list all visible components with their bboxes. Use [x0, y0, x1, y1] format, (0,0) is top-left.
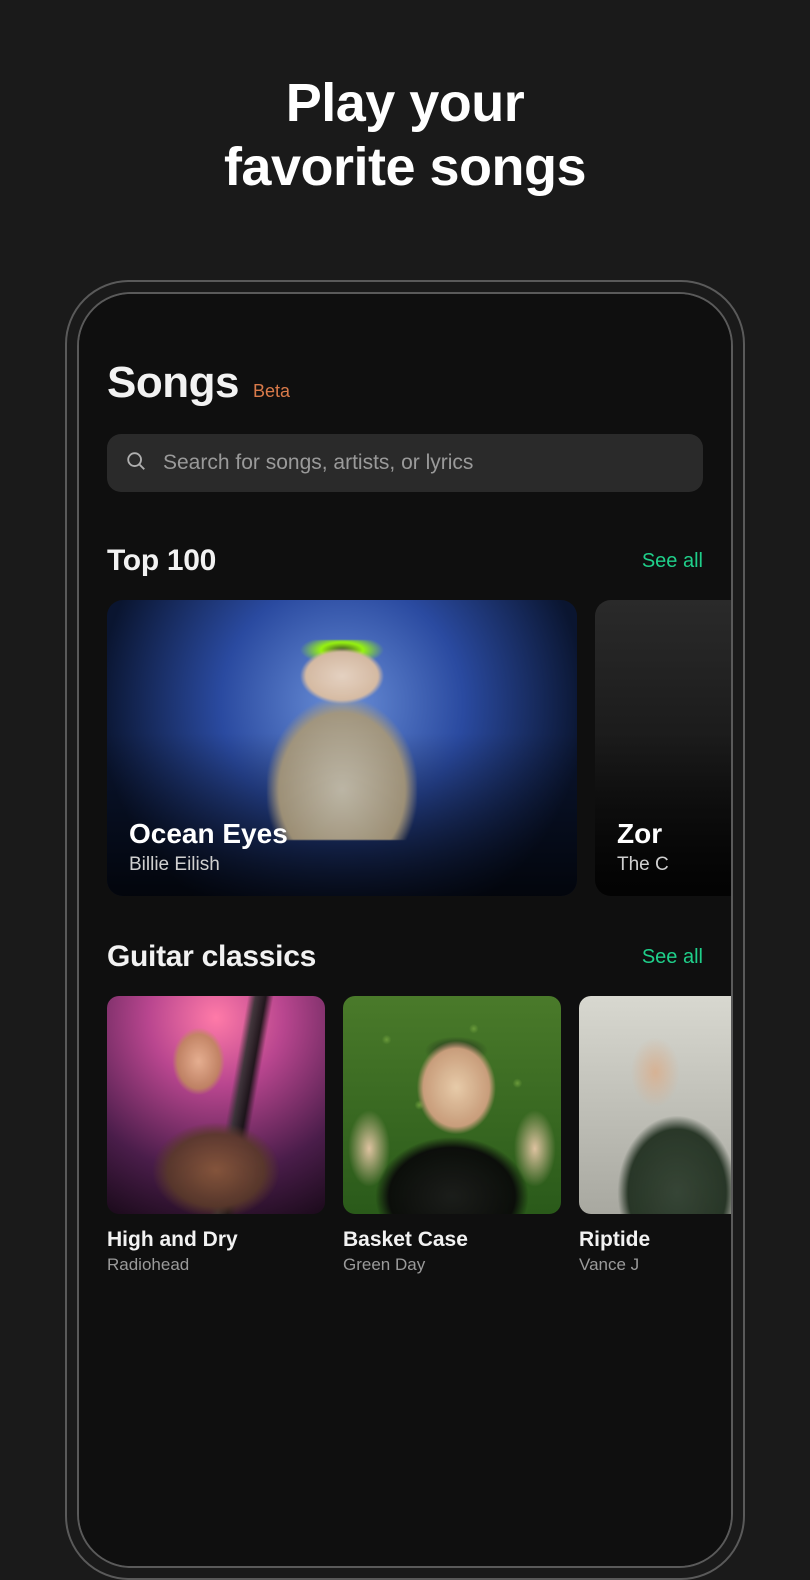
- section-header: Guitar classics See all: [79, 940, 731, 974]
- song-title: Ocean Eyes: [129, 818, 555, 850]
- see-all-link[interactable]: See all: [642, 550, 703, 573]
- top-100-carousel[interactable]: Ocean Eyes Billie Eilish Zor The C: [79, 600, 731, 896]
- song-card[interactable]: Riptide Vance J: [579, 996, 731, 1275]
- promo-line-1: Play your: [0, 72, 810, 136]
- song-artist: Radiohead: [107, 1255, 325, 1275]
- section-guitar-classics: Guitar classics See all High and Dry Rad…: [79, 940, 731, 1275]
- section-top-100: Top 100 See all Ocean Eyes Billie Eilish…: [79, 544, 731, 896]
- section-title: Top 100: [107, 544, 216, 578]
- beta-badge: Beta: [253, 381, 290, 402]
- app-screen: Songs Beta Search for songs, artists, or…: [79, 294, 731, 1566]
- song-thumbnail: [107, 996, 325, 1214]
- song-artist: Vance J: [579, 1255, 731, 1275]
- device-frame: Songs Beta Search for songs, artists, or…: [65, 280, 745, 1580]
- promo-line-2: favorite songs: [0, 136, 810, 200]
- song-thumbnail: [343, 996, 561, 1214]
- section-title: Guitar classics: [107, 940, 316, 974]
- song-card[interactable]: Ocean Eyes Billie Eilish: [107, 600, 577, 896]
- song-title: Basket Case: [343, 1228, 561, 1252]
- search-placeholder: Search for songs, artists, or lyrics: [163, 451, 473, 475]
- song-thumbnail: [579, 996, 731, 1214]
- song-title: Riptide: [579, 1228, 731, 1252]
- search-icon: [125, 450, 147, 477]
- song-card[interactable]: Zor The C: [595, 600, 731, 896]
- song-title: High and Dry: [107, 1228, 325, 1252]
- page-header: Songs Beta: [79, 358, 731, 408]
- section-header: Top 100 See all: [79, 544, 731, 578]
- song-title: Zor: [617, 818, 731, 850]
- device-inner-frame: Songs Beta Search for songs, artists, or…: [77, 292, 733, 1568]
- song-card[interactable]: Basket Case Green Day: [343, 996, 561, 1275]
- song-card[interactable]: High and Dry Radiohead: [107, 996, 325, 1275]
- guitar-classics-carousel[interactable]: High and Dry Radiohead Basket Case Green…: [79, 996, 731, 1275]
- song-artist: Billie Eilish: [129, 854, 555, 876]
- search-input[interactable]: Search for songs, artists, or lyrics: [107, 434, 703, 492]
- see-all-link[interactable]: See all: [642, 946, 703, 969]
- promo-headline: Play your favorite songs: [0, 0, 810, 199]
- song-artist: Green Day: [343, 1255, 561, 1275]
- song-artist: The C: [617, 854, 731, 876]
- page-title: Songs: [107, 358, 239, 408]
